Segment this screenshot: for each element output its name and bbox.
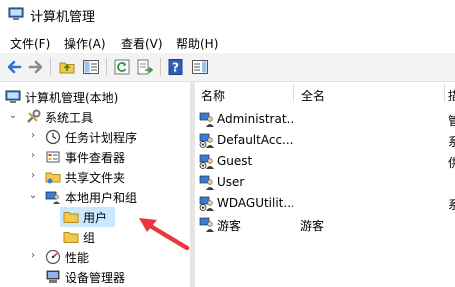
tools-icon [27, 109, 41, 123]
user-disabled-icon [199, 196, 214, 211]
tree-item-groups[interactable]: 组 [0, 227, 190, 247]
performance-icon [45, 249, 61, 265]
chevron-right-icon[interactable]: › [28, 150, 38, 162]
tree-item-label: 本地用户和组 [65, 191, 138, 205]
show-action-pane-icon[interactable] [191, 58, 209, 76]
user-disabled-icon [199, 154, 214, 169]
device-manager-icon [46, 270, 60, 283]
refresh-icon[interactable] [113, 58, 131, 76]
user-name: User [217, 175, 245, 189]
folder-icon [63, 212, 79, 223]
toolbar-separator [106, 58, 107, 76]
chevron-down-icon[interactable]: ⌄ [28, 190, 38, 202]
user-icon [199, 217, 214, 232]
list-item[interactable]: Administrat... 管 [195, 109, 455, 130]
svg-text:?: ? [172, 61, 179, 75]
column-header-description[interactable]: 描 [446, 82, 455, 104]
tree-item-label: 性能 [65, 251, 90, 265]
menu-file[interactable]: 文件(F) [10, 35, 50, 52]
user-name: DefaultAcc... [217, 133, 293, 147]
menu-help[interactable]: 帮助(H) [176, 35, 218, 52]
tree-item-label: 组 [83, 231, 96, 245]
toolbar: ? [0, 53, 455, 82]
chevron-down-icon[interactable]: ⌄ [8, 110, 18, 122]
column-header-label: 描 [448, 89, 455, 103]
navigation-tree: 计算机管理(本地) ⌄ 系统工具 › 任务计划程序 › 事件查看器 › 共享文件… [0, 82, 190, 287]
tree-item-label: 计算机管理(本地) [25, 91, 119, 105]
back-icon[interactable] [5, 58, 23, 76]
user-icon [199, 112, 214, 127]
folder-icon [63, 232, 79, 243]
menu-view[interactable]: 查看(V) [121, 35, 163, 52]
tree-item-local-users-groups[interactable]: ⌄ 本地用户和组 [0, 187, 190, 207]
computer-icon [5, 90, 21, 103]
menu-bar: 文件(F) 操作(A) 查看(V) 帮助(H) [0, 31, 455, 53]
user-disabled-icon [199, 133, 214, 148]
user-description: 系 [448, 198, 455, 212]
shared-folder-icon [45, 172, 61, 184]
tree-item-task-scheduler[interactable]: › 任务计划程序 [0, 127, 190, 147]
chevron-right-icon[interactable]: › [28, 170, 38, 182]
list-item[interactable]: User [195, 172, 455, 193]
list-item[interactable]: Guest 供 [195, 151, 455, 172]
event-viewer-icon [46, 151, 60, 163]
tree-item-label: 任务计划程序 [65, 131, 138, 145]
user-fullname: 游客 [300, 219, 325, 233]
tree-item-users[interactable]: 用户 [0, 207, 190, 227]
column-header-label: 全名 [301, 89, 326, 103]
tree-item-label: 用户 [83, 211, 108, 225]
user-name: 游客 [217, 219, 242, 233]
user-description: 系 [448, 135, 455, 149]
toolbar-separator [160, 58, 161, 76]
tree-item-performance[interactable]: › 性能 [0, 247, 190, 267]
user-description: 供 [448, 156, 455, 170]
toolbar-separator [50, 58, 51, 76]
forward-icon[interactable] [27, 58, 45, 76]
chevron-right-icon[interactable]: › [28, 250, 38, 262]
column-separator[interactable] [444, 84, 445, 102]
user-icon [199, 175, 214, 190]
export-list-icon[interactable] [136, 58, 154, 76]
tree-item-computer-management[interactable]: 计算机管理(本地) [0, 87, 190, 107]
user-list: 名称 全名 描 Administrat... 管 DefaultAcc... 系 [195, 82, 455, 287]
tree-item-label: 事件查看器 [65, 151, 126, 165]
user-name: WDAGUtilit... [217, 196, 293, 210]
user-name: Administrat... [217, 112, 293, 126]
user-name: Guest [217, 154, 253, 168]
column-separator[interactable] [293, 84, 294, 102]
list-item[interactable]: WDAGUtilit... 系 [195, 193, 455, 214]
window-title: 计算机管理 [30, 10, 96, 25]
tree-item-event-viewer[interactable]: › 事件查看器 [0, 147, 190, 167]
title-bar: 计算机管理 [0, 0, 455, 30]
computer-management-icon [8, 7, 24, 20]
column-header-name[interactable]: 名称 [195, 82, 295, 104]
tree-item-label: 设备管理器 [65, 271, 126, 285]
tree-item-device-manager[interactable]: 设备管理器 [0, 267, 190, 287]
tree-item-shared-folders[interactable]: › 共享文件夹 [0, 167, 190, 187]
help-icon[interactable]: ? [167, 58, 185, 76]
tree-item-label: 系统工具 [45, 111, 94, 125]
show-hide-tree-icon[interactable] [82, 58, 100, 76]
column-header-fullname[interactable]: 全名 [295, 82, 445, 104]
user-description: 管 [448, 114, 455, 128]
tree-item-label: 共享文件夹 [65, 171, 126, 185]
clock-icon [45, 129, 61, 145]
menu-action[interactable]: 操作(A) [64, 35, 106, 52]
tree-item-system-tools[interactable]: ⌄ 系统工具 [0, 107, 190, 127]
list-item[interactable]: DefaultAcc... 系 [195, 130, 455, 151]
list-item[interactable]: 游客 游客 [195, 214, 455, 235]
users-group-icon [45, 191, 60, 204]
chevron-right-icon[interactable]: › [28, 130, 38, 142]
up-folder-icon[interactable] [58, 58, 76, 76]
column-header-label: 名称 [201, 89, 226, 103]
